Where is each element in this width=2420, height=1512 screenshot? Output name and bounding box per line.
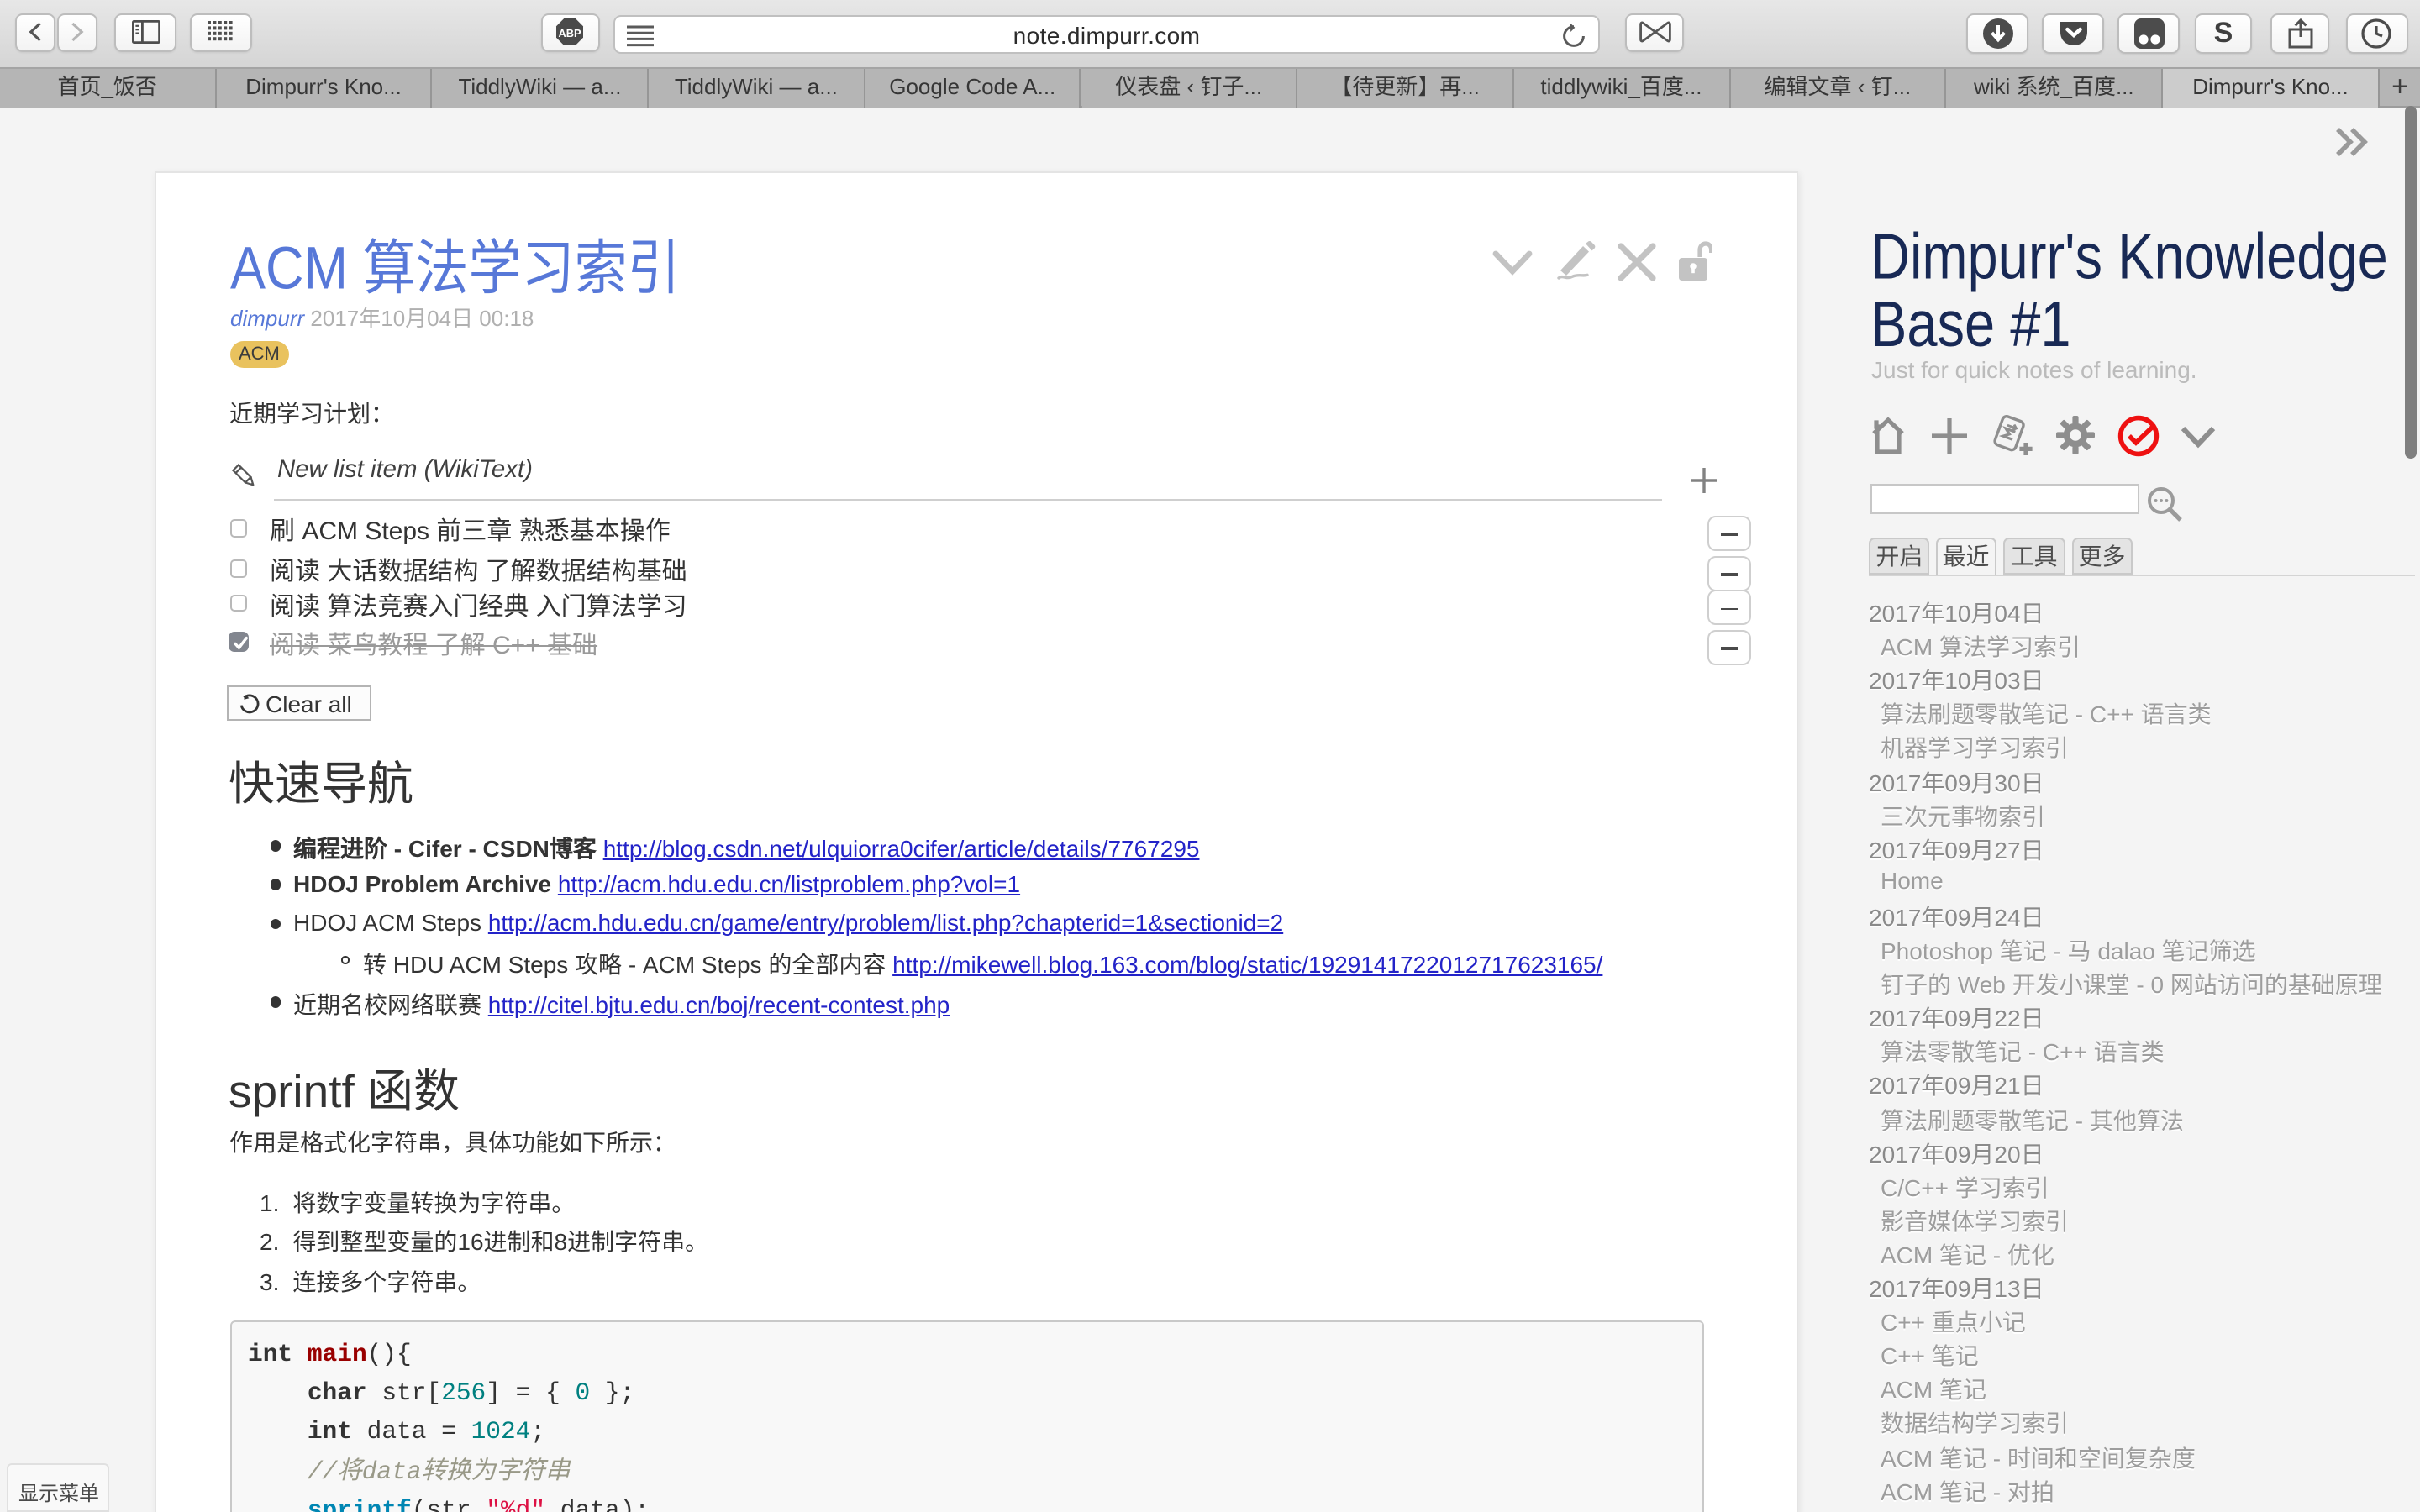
svg-text:ABP: ABP bbox=[558, 27, 581, 39]
